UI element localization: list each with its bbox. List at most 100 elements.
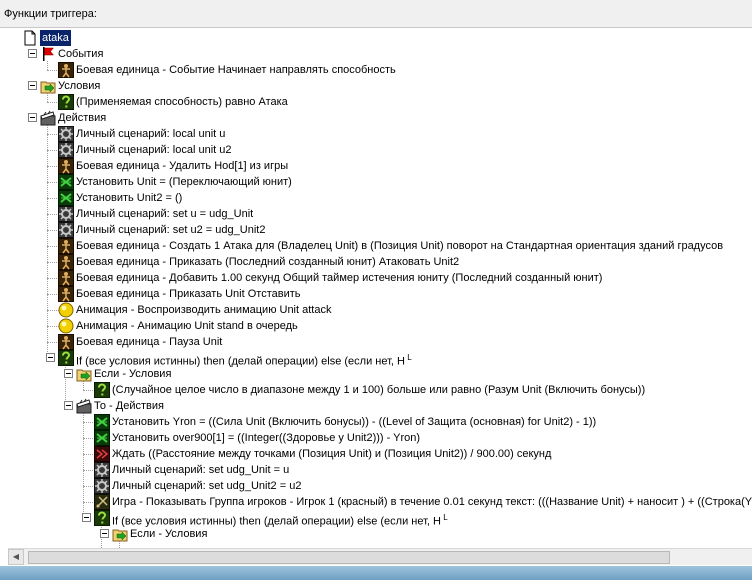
- tree-node[interactable]: Если - Условия: [8, 366, 752, 382]
- collapse-toggle-icon[interactable]: [64, 401, 73, 410]
- trigger-functions-header: Функции триггера:: [0, 0, 752, 28]
- unit-icon: [58, 238, 74, 254]
- tree-node[interactable]: If (все условия истинны) then (делай опе…: [8, 350, 752, 368]
- unit-icon: [58, 254, 74, 270]
- tree-node-label[interactable]: Боевая единица - Создать 1 Атака для (Вл…: [76, 238, 723, 254]
- script-icon: [94, 462, 110, 478]
- collapse-toggle-icon[interactable]: [46, 353, 55, 362]
- tree-node-label[interactable]: Условия: [58, 78, 100, 94]
- question-icon: [58, 350, 74, 366]
- tree-node[interactable]: Боевая единица - Добавить 1.00 секунд Об…: [8, 270, 752, 286]
- tree-node-label[interactable]: Установить Unit2 = (): [76, 190, 182, 206]
- tree-node[interactable]: Установить Yron = ((Сила Unit (Включить …: [8, 414, 752, 430]
- tree-node-label[interactable]: Установить over900[1] = ((Integer((Здоро…: [112, 430, 420, 446]
- truncation-mark: L: [404, 353, 412, 362]
- tree-node-label[interactable]: Боевая единица - Приказать Unit Отставит…: [76, 286, 301, 302]
- script-icon: [94, 478, 110, 494]
- flag-icon: [40, 46, 56, 62]
- tree-node-label[interactable]: Личный сценарий: set u = udg_Unit: [76, 206, 253, 222]
- tree-node-label[interactable]: Боевая единица - Добавить 1.00 секунд Об…: [76, 270, 602, 286]
- tree-node-label[interactable]: ataka: [40, 30, 71, 46]
- document-icon: [22, 30, 38, 46]
- tree-node[interactable]: Боевая единица - Создать 1 Атака для (Вл…: [8, 238, 752, 254]
- tree-node-label[interactable]: Боевая единица - Пауза Unit: [76, 334, 222, 350]
- tree-node-label[interactable]: Игра - Показывать Группа игроков - Игрок…: [112, 494, 752, 510]
- tree-node[interactable]: То - Действия: [8, 398, 752, 414]
- collapse-toggle-icon[interactable]: [28, 113, 37, 122]
- tree-node-label[interactable]: Действия: [58, 110, 106, 126]
- clapper-icon: [40, 110, 56, 126]
- tree-node[interactable]: Ждать ((Расстояние между точками (Позици…: [8, 446, 752, 462]
- tree-node[interactable]: Условия: [8, 78, 752, 94]
- script-icon: [58, 126, 74, 142]
- unit-icon: [58, 334, 74, 350]
- tree-node-label[interactable]: Установить Yron = ((Сила Unit (Включить …: [112, 414, 596, 430]
- tree-node-label[interactable]: Личный сценарий: set u2 = udg_Unit2: [76, 222, 265, 238]
- tree-node[interactable]: Анимация - Воспроизводить анимацию Unit …: [8, 302, 752, 318]
- tree-node[interactable]: Действия: [8, 110, 752, 126]
- tree-node-label[interactable]: Личный сценарий: set udg_Unit2 = u2: [112, 478, 301, 494]
- trigger-functions-title: Функции триггера:: [4, 8, 97, 20]
- tree-node-label[interactable]: То - Действия: [94, 398, 164, 414]
- tree-node[interactable]: Игра - Показывать Группа игроков - Игрок…: [8, 494, 752, 510]
- tree-node[interactable]: Установить over900[1] = ((Integer((Здоро…: [8, 430, 752, 446]
- condition-folder-icon: [40, 78, 56, 94]
- tree-node[interactable]: Личный сценарий: set udg_Unit = u: [8, 462, 752, 478]
- tree-node[interactable]: Анимация - Анимацию Unit stand в очередь: [8, 318, 752, 334]
- tree-node[interactable]: Личный сценарий: set u2 = udg_Unit2: [8, 222, 752, 238]
- collapse-toggle-icon[interactable]: [28, 49, 37, 58]
- collapse-toggle-icon[interactable]: [64, 369, 73, 378]
- tree-node[interactable]: Личный сценарий: local unit u: [8, 126, 752, 142]
- tree-node-label[interactable]: Боевая единица - Удалить Hod[1] из игры: [76, 158, 288, 174]
- tree-node[interactable]: (Применяемая способность) равно Атака: [8, 94, 752, 110]
- tree-node[interactable]: Личный сценарий: set u = udg_Unit: [8, 206, 752, 222]
- tree-node-label[interactable]: (Применяемая способность) равно Атака: [76, 94, 288, 110]
- unit-icon: [58, 158, 74, 174]
- scroll-left-arrow-icon[interactable]: ◀: [8, 549, 24, 565]
- tree-node[interactable]: Если - Условия: [8, 526, 752, 542]
- question-icon: [94, 382, 110, 398]
- tree-node[interactable]: Личный сценарий: local unit u2: [8, 142, 752, 158]
- trigger-tree[interactable]: ataka События Боевая единица - Событие Нач…: [8, 28, 752, 548]
- tree-node-label[interactable]: Боевая единица - Событие Начинает направ…: [76, 62, 396, 78]
- tree-node-label[interactable]: Анимация - Воспроизводить анимацию Unit …: [76, 302, 331, 318]
- clapper-icon: [76, 398, 92, 414]
- tree-node[interactable]: Боевая единица - Приказать Unit Отставит…: [8, 286, 752, 302]
- tree-node[interactable]: ataka: [8, 30, 752, 46]
- tree-node[interactable]: If (все условия истинны) then (делай опе…: [8, 510, 752, 528]
- tree-node[interactable]: Установить Unit2 = (): [8, 190, 752, 206]
- collapse-toggle-icon[interactable]: [82, 513, 91, 522]
- tree-node-label[interactable]: Ждать ((Расстояние между точками (Позици…: [112, 446, 551, 462]
- tree-node[interactable]: Боевая единица - Пауза Unit: [8, 334, 752, 350]
- collapse-toggle-icon[interactable]: [28, 81, 37, 90]
- collapse-toggle-icon[interactable]: [100, 529, 109, 538]
- tree-node[interactable]: Боевая единица - Приказать (Последний со…: [8, 254, 752, 270]
- tree-node-label[interactable]: Личный сценарий: local unit u: [76, 126, 225, 142]
- tree-node-label[interactable]: (Случайное целое число в диапазоне между…: [112, 382, 645, 398]
- set-variable-icon: [94, 430, 110, 446]
- tree-connector-line: [119, 541, 120, 548]
- scrollbar-thumb[interactable]: [28, 551, 670, 564]
- tree-node-label[interactable]: Личный сценарий: local unit u2: [76, 142, 232, 158]
- tree-node-label[interactable]: Анимация - Анимацию Unit stand в очередь: [76, 318, 298, 334]
- tree-node-label[interactable]: Личный сценарий: set udg_Unit = u: [112, 462, 289, 478]
- script-icon: [58, 142, 74, 158]
- tree-node[interactable]: События: [8, 46, 752, 62]
- unit-icon: [58, 62, 74, 78]
- tree-node-label[interactable]: Если - Условия: [130, 526, 207, 542]
- tree-node[interactable]: Установить Unit = (Переключающий юнит): [8, 174, 752, 190]
- tree-node[interactable]: Боевая единица - Событие Начинает направ…: [8, 62, 752, 78]
- tree-node-label[interactable]: Боевая единица - Приказать (Последний со…: [76, 254, 459, 270]
- tree-node-label[interactable]: Если - Условия: [94, 366, 171, 382]
- horizontal-scrollbar[interactable]: ◀: [8, 548, 752, 565]
- tree-node[interactable]: (Случайное целое число в диапазоне между…: [8, 382, 752, 398]
- script-icon: [58, 206, 74, 222]
- game-icon: [94, 494, 110, 510]
- animation-icon: [58, 318, 74, 334]
- tree-node-label[interactable]: Установить Unit = (Переключающий юнит): [76, 174, 292, 190]
- tree-node[interactable]: Боевая единица - Удалить Hod[1] из игры: [8, 158, 752, 174]
- tree-node[interactable]: Личный сценарий: set udg_Unit2 = u2: [8, 478, 752, 494]
- taskbar: [0, 566, 752, 580]
- tree-node-label[interactable]: События: [58, 46, 103, 62]
- script-icon: [58, 222, 74, 238]
